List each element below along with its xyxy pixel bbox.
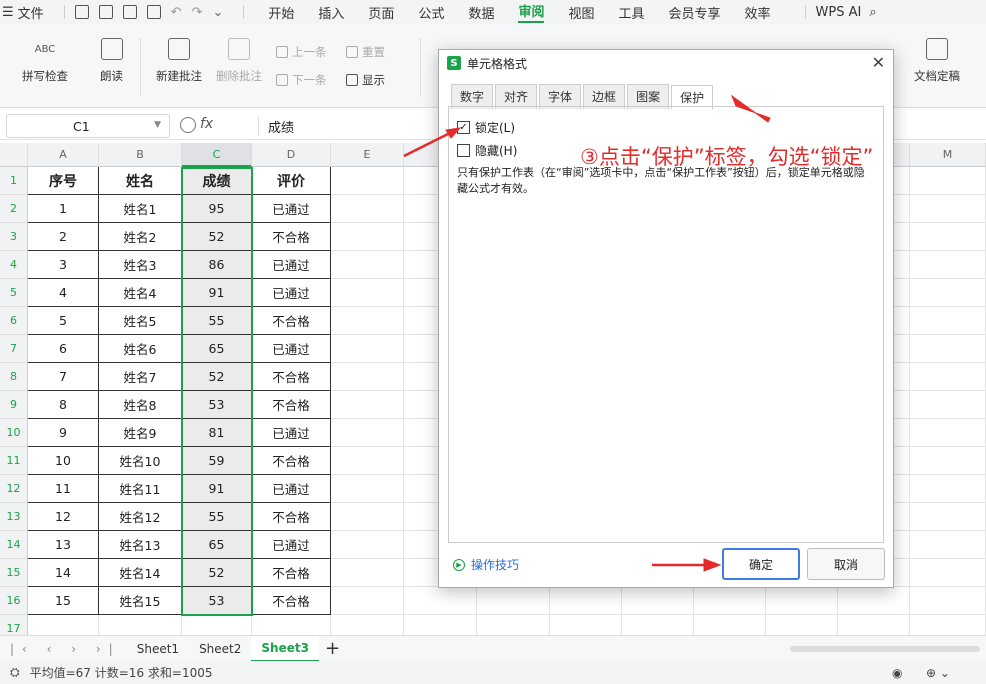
annotation-arrows (403, 94, 771, 572)
arrow-to-lock-checkbox (403, 130, 453, 158)
arrow-head-ok (703, 558, 722, 572)
arrow-to-protection-tab (730, 94, 771, 123)
arrow-head-lock (445, 127, 462, 139)
